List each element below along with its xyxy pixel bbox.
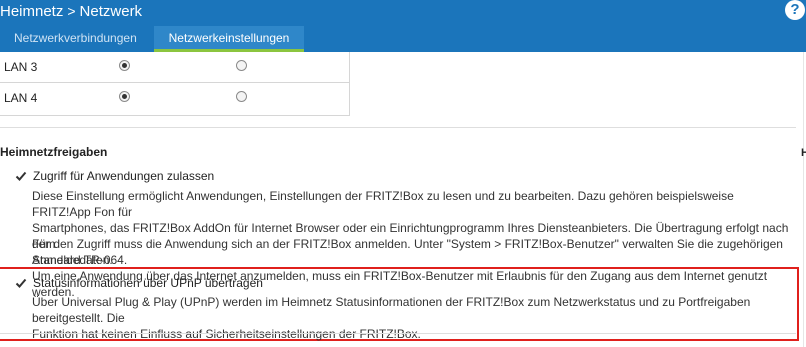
help-icon[interactable]: ?: [785, 0, 805, 20]
zugriff-anwendungen-label[interactable]: Zugriff für Anwendungen zulassen: [33, 169, 214, 183]
upnp-status-description: Über Universal Plug & Play (UPnP) werden…: [32, 294, 792, 342]
breadcrumb-separator: >: [67, 3, 76, 19]
tab-netzwerkverbindungen[interactable]: Netzwerkverbindungen: [0, 26, 147, 52]
lan3-option1-radio[interactable]: [119, 60, 130, 71]
description-line: Funktion hat keinen Einfluss auf Sicherh…: [32, 327, 421, 341]
lan-port-label: LAN 4: [4, 91, 38, 105]
header-bar: Heimnetz > Netzwerk ? Netzwerkverbindung…: [0, 0, 806, 52]
lan-port-label: LAN 3: [4, 60, 38, 74]
right-panel-fragment: H: [801, 147, 806, 159]
upnp-status-checkbox[interactable]: [15, 277, 27, 289]
tab-bar: Netzwerkverbindungen Netzwerkeinstellung…: [0, 26, 304, 52]
table-row: LAN 4: [0, 83, 350, 114]
zugriff-anwendungen-checkbox[interactable]: [15, 170, 27, 182]
section-title-heimnetzfreigaben: Heimnetzfreigaben: [0, 145, 108, 159]
breadcrumb-item-heimnetz[interactable]: Heimnetz: [0, 3, 63, 20]
breadcrumb: Heimnetz > Netzwerk: [0, 2, 142, 20]
section-divider: [0, 127, 796, 128]
lan3-option2-radio[interactable]: [236, 60, 247, 71]
lan4-option2-radio[interactable]: [236, 91, 247, 102]
section-bottom-divider: [0, 333, 796, 334]
lan4-option1-radio[interactable]: [119, 91, 130, 102]
right-panel-edge: [803, 52, 804, 347]
description-line: Für den Zugriff muss die Anwendung sich …: [32, 237, 783, 267]
tab-netzwerkeinstellungen[interactable]: Netzwerkeinstellungen: [154, 26, 304, 52]
breadcrumb-item-netzwerk: Netzwerk: [79, 2, 143, 20]
description-line: Über Universal Plug & Play (UPnP) werden…: [32, 295, 751, 325]
upnp-status-label[interactable]: Statusinformationen über UPnP übertragen: [33, 276, 263, 290]
checkmark-icon: [15, 278, 27, 288]
description-line: Diese Einstellung ermöglicht Anwendungen…: [32, 189, 734, 219]
table-row: LAN 3: [0, 52, 350, 83]
checkmark-icon: [15, 171, 27, 181]
lan-port-table: LAN 3 LAN 4: [0, 52, 350, 116]
